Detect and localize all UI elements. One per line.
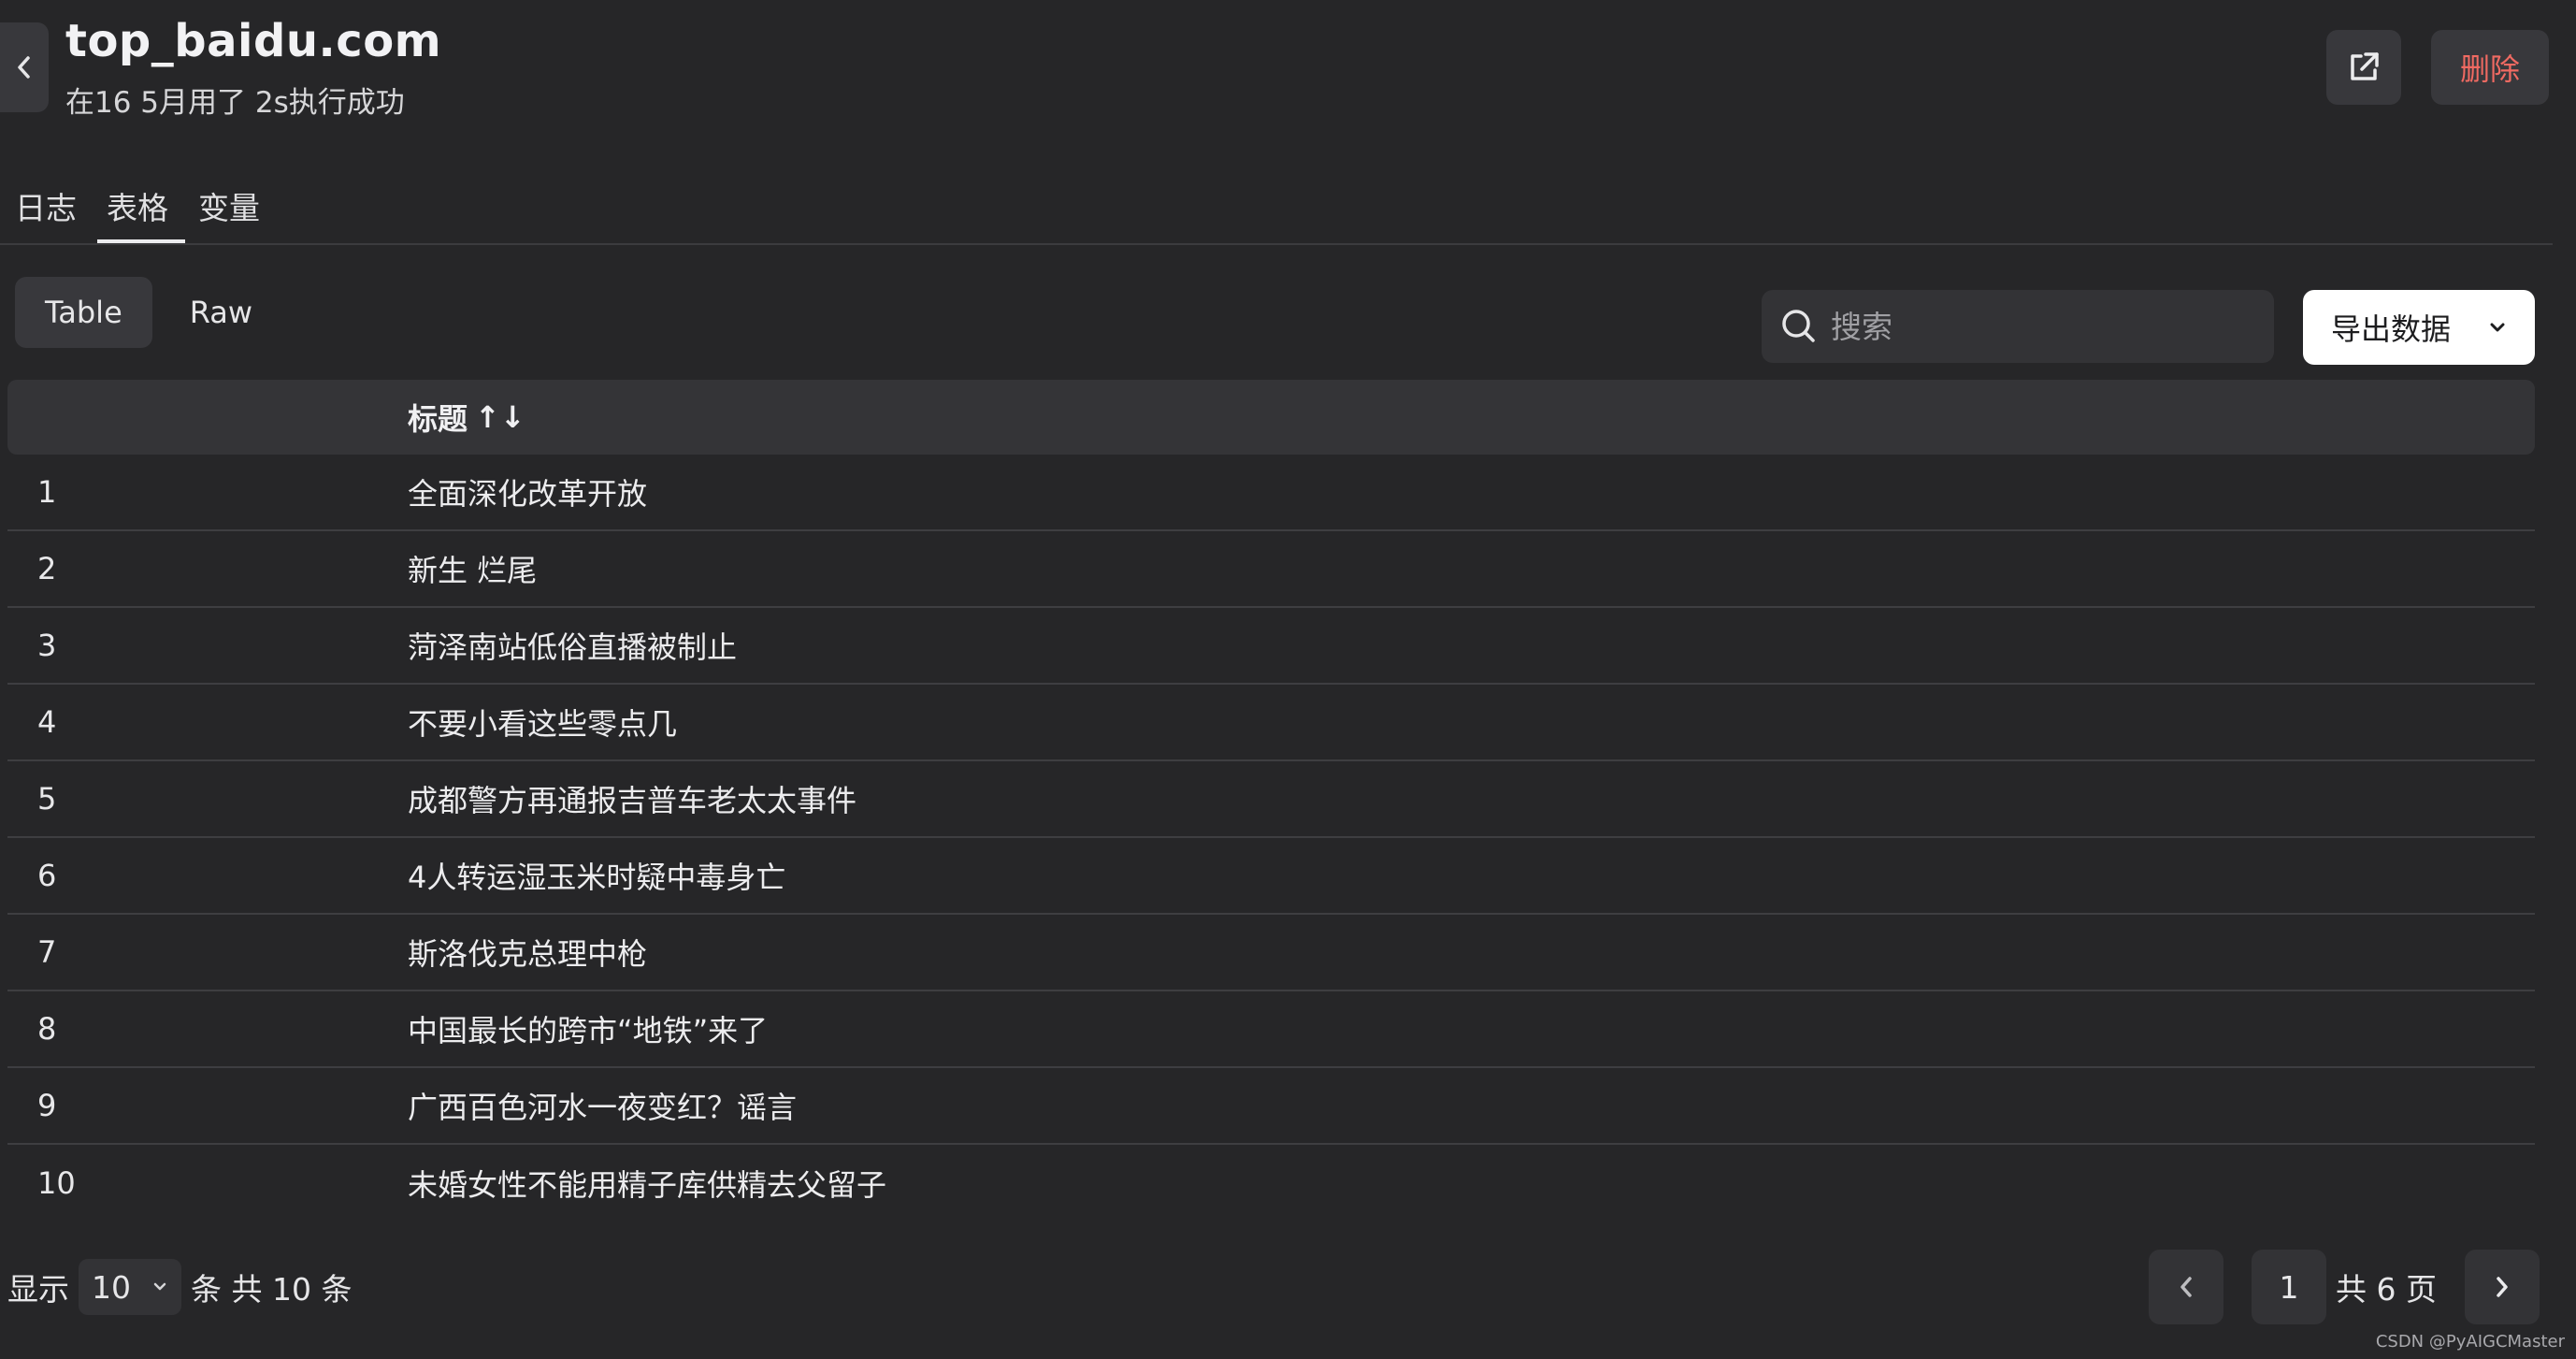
page-size-value: 10 bbox=[92, 1268, 131, 1306]
row-index: 10 bbox=[37, 1165, 76, 1201]
results-table: 标题 ↑↓ 1 全面深化改革开放 2 新生 烂尾 3 菏泽南站低俗直播被制止 4… bbox=[7, 380, 2535, 1222]
chevron-left-icon bbox=[2180, 1277, 2192, 1297]
row-title: 未婚女性不能用精子库供精去父留子 bbox=[408, 1167, 887, 1203]
back-button[interactable] bbox=[0, 22, 49, 112]
record-count: 条 共 10 条 bbox=[191, 1271, 353, 1308]
row-title: 成都警方再通报吉普车老太太事件 bbox=[408, 783, 857, 818]
page-size-select[interactable]: 10 bbox=[79, 1259, 181, 1315]
show-label: 显示 bbox=[7, 1271, 69, 1308]
row-title: 全面深化改革开放 bbox=[408, 476, 648, 512]
table-row: 6 4人转运湿玉米时疑中毒身亡 bbox=[7, 838, 2535, 915]
pagination: 1 共 6 页 bbox=[2149, 1250, 2540, 1324]
row-title: 4人转运湿玉米时疑中毒身亡 bbox=[408, 860, 786, 895]
table-header: 标题 ↑↓ bbox=[7, 380, 2535, 455]
delete-button[interactable]: 删除 bbox=[2431, 30, 2549, 105]
chevron-down-icon bbox=[2490, 323, 2505, 332]
view-toggle: Table Raw bbox=[15, 277, 282, 348]
row-title: 中国最长的跨市“地铁”来了 bbox=[408, 1013, 769, 1048]
page-title: top_baidu.com bbox=[65, 15, 442, 67]
execution-status: 在16 5月用了 2s执行成功 bbox=[65, 86, 405, 120]
row-index: 7 bbox=[37, 934, 57, 970]
export-data-label: 导出数据 bbox=[2331, 311, 2452, 347]
page-size-control: 显示 10 条 共 10 条 bbox=[7, 1253, 352, 1321]
table-row: 5 成都警方再通报吉普车老太太事件 bbox=[7, 761, 2535, 838]
row-index: 1 bbox=[37, 474, 57, 510]
table-row: 8 中国最长的跨市“地铁”来了 bbox=[7, 991, 2535, 1068]
search-input[interactable] bbox=[1831, 308, 2242, 345]
row-title: 新生 烂尾 bbox=[408, 553, 538, 588]
total-pages: 共 6 页 bbox=[2336, 1271, 2437, 1308]
search-icon bbox=[1782, 310, 1815, 342]
page: top_baidu.com 在16 5月用了 2s执行成功 删除 日志 表格 变… bbox=[0, 0, 2576, 1359]
table-row: 4 不要小看这些零点几 bbox=[7, 685, 2535, 761]
current-page[interactable]: 1 bbox=[2252, 1250, 2326, 1324]
chevron-left-icon bbox=[18, 56, 30, 79]
tab-variables[interactable]: 变量 bbox=[183, 168, 275, 243]
row-title: 广西百色河水一夜变红？谣言 bbox=[408, 1090, 798, 1125]
sort-icon: ↑↓ bbox=[475, 399, 525, 435]
table-row: 3 菏泽南站低俗直播被制止 bbox=[7, 608, 2535, 685]
row-index: 5 bbox=[37, 781, 57, 817]
row-title: 不要小看这些零点几 bbox=[408, 706, 678, 742]
view-table-button[interactable]: Table bbox=[15, 277, 152, 348]
row-index: 2 bbox=[37, 551, 57, 586]
tab-bar: 日志 表格 变量 bbox=[0, 168, 275, 243]
tab-logs[interactable]: 日志 bbox=[0, 168, 92, 243]
export-data-button[interactable]: 导出数据 bbox=[2303, 290, 2535, 365]
row-index: 6 bbox=[37, 858, 57, 893]
row-index: 8 bbox=[37, 1011, 57, 1047]
tab-divider bbox=[0, 243, 2553, 245]
tab-table[interactable]: 表格 bbox=[92, 168, 183, 243]
prev-page-button[interactable] bbox=[2149, 1250, 2223, 1324]
external-link-icon bbox=[2351, 52, 2379, 80]
row-index: 3 bbox=[37, 628, 57, 663]
search-box bbox=[1762, 290, 2274, 363]
row-title: 菏泽南站低俗直播被制止 bbox=[408, 629, 738, 665]
row-index: 9 bbox=[37, 1088, 57, 1123]
chevron-right-icon bbox=[2497, 1277, 2508, 1297]
row-title: 斯洛伐克总理中枪 bbox=[408, 936, 648, 972]
table-row: 1 全面深化改革开放 bbox=[7, 455, 2535, 531]
view-raw-button[interactable]: Raw bbox=[160, 277, 282, 348]
chevron-down-icon bbox=[153, 1282, 166, 1291]
table-row: 10 未婚女性不能用精子库供精去父留子 bbox=[7, 1145, 2535, 1222]
open-external-button[interactable] bbox=[2326, 30, 2401, 105]
next-page-button[interactable] bbox=[2464, 1250, 2540, 1324]
table-row: 9 广西百色河水一夜变红？谣言 bbox=[7, 1068, 2535, 1145]
table-row: 2 新生 烂尾 bbox=[7, 531, 2535, 608]
column-header-title[interactable]: 标题 ↑↓ bbox=[408, 396, 525, 439]
column-header-label: 标题 bbox=[408, 401, 468, 437]
table-row: 7 斯洛伐克总理中枪 bbox=[7, 915, 2535, 991]
row-index: 4 bbox=[37, 704, 57, 740]
watermark: CSDN @PyAIGCMaster bbox=[2375, 1332, 2565, 1352]
